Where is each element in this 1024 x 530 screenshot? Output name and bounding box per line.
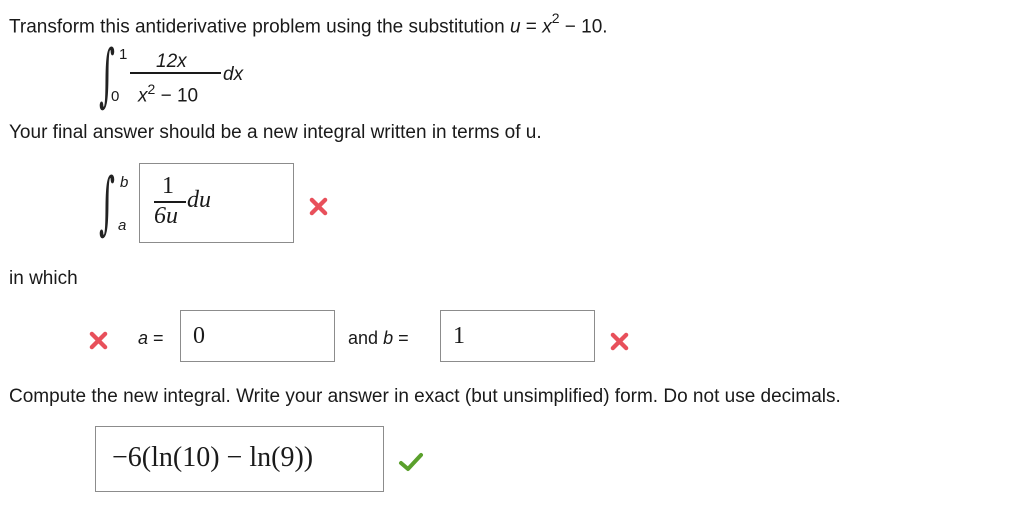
- instruction-label: Your final answer should be a new integr…: [9, 122, 542, 143]
- equals-sign: =: [525, 16, 537, 38]
- answer-differential: du: [187, 187, 211, 213]
- integral-sign-icon: ∫: [99, 164, 115, 243]
- lower-limit-a: a: [118, 217, 127, 234]
- b-label: b: [383, 328, 394, 348]
- a-value: 0: [193, 323, 205, 349]
- u-variable: u: [509, 16, 521, 38]
- b-input[interactable]: 1: [440, 310, 595, 362]
- question-text: Transform this antiderivative problem us…: [9, 10, 608, 38]
- denominator-exponent: 2: [147, 81, 156, 97]
- a-equals: =: [153, 328, 164, 348]
- answer-denominator: 6u: [154, 203, 178, 229]
- differential: dx: [223, 64, 244, 85]
- final-answer-box[interactable]: −6(ln(10) − ln(9)): [95, 426, 384, 492]
- numerator: 12x: [156, 51, 187, 72]
- incorrect-x-icon: [89, 331, 108, 350]
- a-label-group: a =: [138, 328, 164, 349]
- fraction-bar: [130, 72, 221, 74]
- in-which-text: in which: [9, 268, 78, 289]
- upper-limit: 1: [119, 46, 128, 63]
- denominator: x2 − 10: [138, 81, 198, 107]
- lower-limit: 0: [111, 88, 120, 105]
- denominator-x: x: [138, 85, 148, 107]
- a-label: a: [138, 328, 149, 348]
- b-equals: =: [398, 328, 409, 348]
- b-label-group: and b =: [348, 328, 409, 349]
- denominator-rest: − 10: [160, 85, 199, 107]
- instruction-text: Your final answer should be a new integr…: [9, 122, 542, 144]
- compute-instruction: Compute the new integral. Write your ans…: [9, 386, 841, 407]
- b-value: 1: [453, 323, 465, 349]
- incorrect-x-icon: [610, 332, 629, 351]
- answer-numerator: 1: [162, 173, 174, 199]
- final-answer-value: −6(ln(10) − ln(9)): [112, 442, 314, 473]
- upper-limit-b: b: [120, 174, 129, 191]
- incorrect-x-icon: [309, 197, 328, 216]
- a-input[interactable]: 0: [180, 310, 335, 362]
- x-variable: x: [542, 16, 552, 38]
- correct-check-icon: [399, 453, 423, 471]
- prompt-prefix: Transform this antiderivative problem us…: [9, 16, 505, 38]
- and-label: and: [348, 328, 379, 348]
- minus-const: − 10.: [564, 16, 608, 38]
- exponent: 2: [551, 10, 560, 26]
- integral-answer-box[interactable]: 1 6u du: [139, 163, 294, 243]
